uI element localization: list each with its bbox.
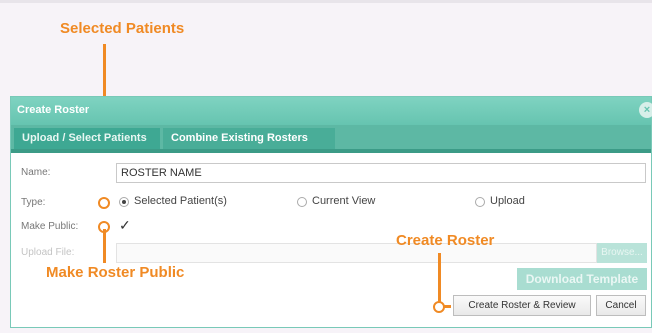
- callout-create-roster: Create Roster: [396, 232, 495, 249]
- top-border: [0, 0, 652, 3]
- radio-selected-patients[interactable]: [119, 197, 129, 207]
- type-label: Type:: [21, 197, 46, 208]
- callout-create-roster-line: [438, 253, 441, 303]
- make-public-label: Make Public:: [21, 221, 79, 232]
- radio-current-view[interactable]: [297, 197, 307, 207]
- dialog-title: Create Roster: [17, 104, 90, 116]
- upload-file-label: Upload File:: [21, 247, 75, 258]
- callout-selected-patients: Selected Patients: [60, 20, 185, 37]
- radio-upload-label: Upload: [490, 195, 525, 207]
- tab-bar: Upload / Select Patients Combine Existin…: [11, 125, 651, 153]
- cancel-button[interactable]: Cancel: [596, 295, 646, 316]
- close-icon[interactable]: ×: [639, 102, 652, 118]
- tab-combine-existing-rosters[interactable]: Combine Existing Rosters: [163, 128, 335, 149]
- create-roster-review-button[interactable]: Create Roster & Review: [453, 295, 591, 316]
- radio-upload[interactable]: [475, 197, 485, 207]
- tab-upload-select-patients[interactable]: Upload / Select Patients: [14, 128, 160, 149]
- browse-button[interactable]: Browse...: [597, 243, 647, 263]
- make-public-checkbox[interactable]: ✓: [119, 218, 131, 232]
- callout-create-roster-stub: [443, 305, 451, 308]
- callout-selected-patients-marker: [98, 197, 110, 209]
- dialog-header: Create Roster ×: [11, 97, 652, 125]
- radio-current-view-label: Current View: [312, 195, 376, 207]
- radio-selected-patients-label: Selected Patient(s): [134, 195, 227, 207]
- download-template-button[interactable]: Download Template: [517, 268, 647, 290]
- upload-file-input[interactable]: [116, 243, 597, 263]
- callout-make-public: Make Roster Public: [46, 264, 185, 281]
- callout-make-public-line: [103, 229, 106, 263]
- roster-name-input[interactable]: ROSTER NAME: [116, 163, 646, 183]
- create-roster-dialog: Create Roster × Upload / Select Patients…: [10, 96, 652, 328]
- name-label: Name:: [21, 167, 51, 178]
